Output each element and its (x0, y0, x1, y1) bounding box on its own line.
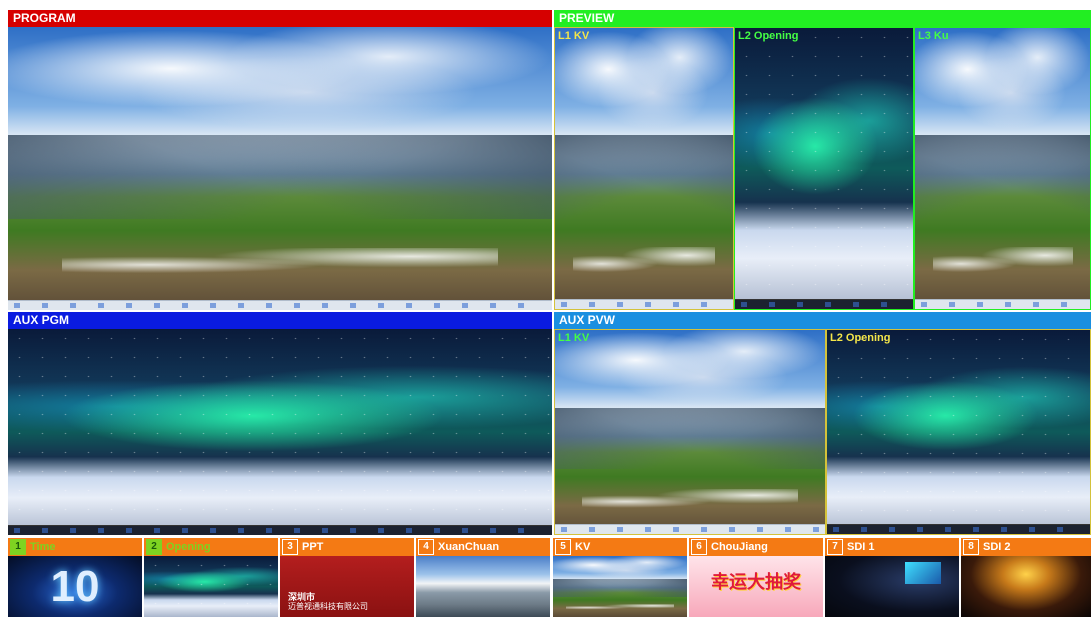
program-title: PROGRAM (8, 10, 552, 27)
source-number: 6 (691, 539, 707, 556)
source-number: 2 (146, 539, 162, 556)
preview-layer-1-label: L1 KV (558, 30, 590, 42)
opening-thumbnail (144, 556, 278, 617)
preview-layer-2-label: L2 Opening (738, 30, 799, 42)
aurora-image (8, 329, 552, 535)
windows-taskbar (555, 299, 733, 309)
aux-pvw-window[interactable]: AUX PVW L1 KV L2 Opening (554, 312, 1091, 535)
aux-pvw-layer-1[interactable]: L1 KV (554, 329, 826, 535)
mountain-image (555, 330, 825, 534)
kv-thumbnail (553, 556, 687, 617)
source-number: 1 (10, 539, 26, 556)
windows-taskbar (8, 525, 552, 535)
aux-pgm-view (8, 329, 552, 535)
source-label: XuanChuan (438, 541, 500, 553)
source-tile-7[interactable]: 7 SDI 1 (825, 538, 959, 617)
source-number: 5 (555, 539, 571, 556)
aux-pgm-title: AUX PGM (8, 312, 552, 329)
source-label: Time (30, 541, 56, 553)
program-view (8, 27, 552, 310)
source-tile-4[interactable]: 4 XuanChuan (416, 538, 550, 617)
ppt-line-2: 迈普视通科技有限公司 (288, 602, 368, 611)
windows-taskbar (915, 299, 1090, 309)
windows-taskbar (8, 300, 552, 310)
source-tile-5[interactable]: 5 KV (553, 538, 687, 617)
aurora-image (827, 330, 1090, 534)
source-label: ChouJiang (711, 541, 768, 553)
windows-taskbar (735, 299, 913, 309)
choujiang-text: 幸运大抽奖 (711, 572, 801, 592)
program-window[interactable]: PROGRAM (8, 10, 552, 310)
source-label: Opening (166, 541, 211, 553)
source-label: SDI 2 (983, 541, 1011, 553)
source-number: 8 (963, 539, 979, 556)
sdi1-thumbnail (825, 556, 959, 617)
aux-pvw-layer-2-label: L2 Opening (830, 332, 891, 344)
source-tile-6[interactable]: 6 ChouJiang 幸运大抽奖 (689, 538, 823, 617)
mountain-image (8, 27, 552, 310)
source-number: 4 (418, 539, 434, 556)
sdi2-thumbnail (961, 556, 1091, 617)
preview-title: PREVIEW (554, 10, 1091, 27)
ppt-thumbnail: 深圳市 迈普视通科技有限公司 (280, 556, 414, 617)
aux-pgm-window[interactable]: AUX PGM (8, 312, 552, 535)
source-number: 3 (282, 539, 298, 556)
time-thumbnail: 10 (8, 556, 142, 617)
windows-taskbar (555, 524, 825, 534)
xuanchuan-thumbnail (416, 556, 550, 617)
preview-layer-3-label: L3 Ku (918, 30, 949, 42)
source-tile-2[interactable]: 2 Opening (144, 538, 278, 617)
aux-pvw-title: AUX PVW (554, 312, 1091, 329)
preview-layer-1[interactable]: L1 KV (554, 27, 734, 310)
preview-layer-3[interactable]: L3 Ku (914, 27, 1091, 310)
mountain-image (555, 28, 733, 309)
aurora-image (735, 28, 913, 309)
source-number: 7 (827, 539, 843, 556)
multiviewer: PROGRAM PREVIEW L1 KV L2 Opening L3 Ku A… (0, 0, 1091, 617)
source-tile-3[interactable]: 3 PPT 深圳市 迈普视通科技有限公司 (280, 538, 414, 617)
mountain-image (915, 28, 1090, 309)
source-tile-1[interactable]: 1 Time 10 (8, 538, 142, 617)
preview-window[interactable]: PREVIEW L1 KV L2 Opening L3 Ku (554, 10, 1091, 310)
countdown-digits: 10 (50, 562, 100, 611)
choujiang-thumbnail: 幸运大抽奖 (689, 556, 823, 617)
source-label: SDI 1 (847, 541, 875, 553)
source-label: PPT (302, 541, 324, 553)
source-tile-8[interactable]: 8 SDI 2 (961, 538, 1091, 617)
aux-pvw-layer-2[interactable]: L2 Opening (826, 329, 1091, 535)
preview-layer-2[interactable]: L2 Opening (734, 27, 914, 310)
source-label: KV (575, 541, 591, 553)
windows-taskbar (827, 524, 1090, 534)
aux-pvw-layer-1-label: L1 KV (558, 332, 590, 344)
